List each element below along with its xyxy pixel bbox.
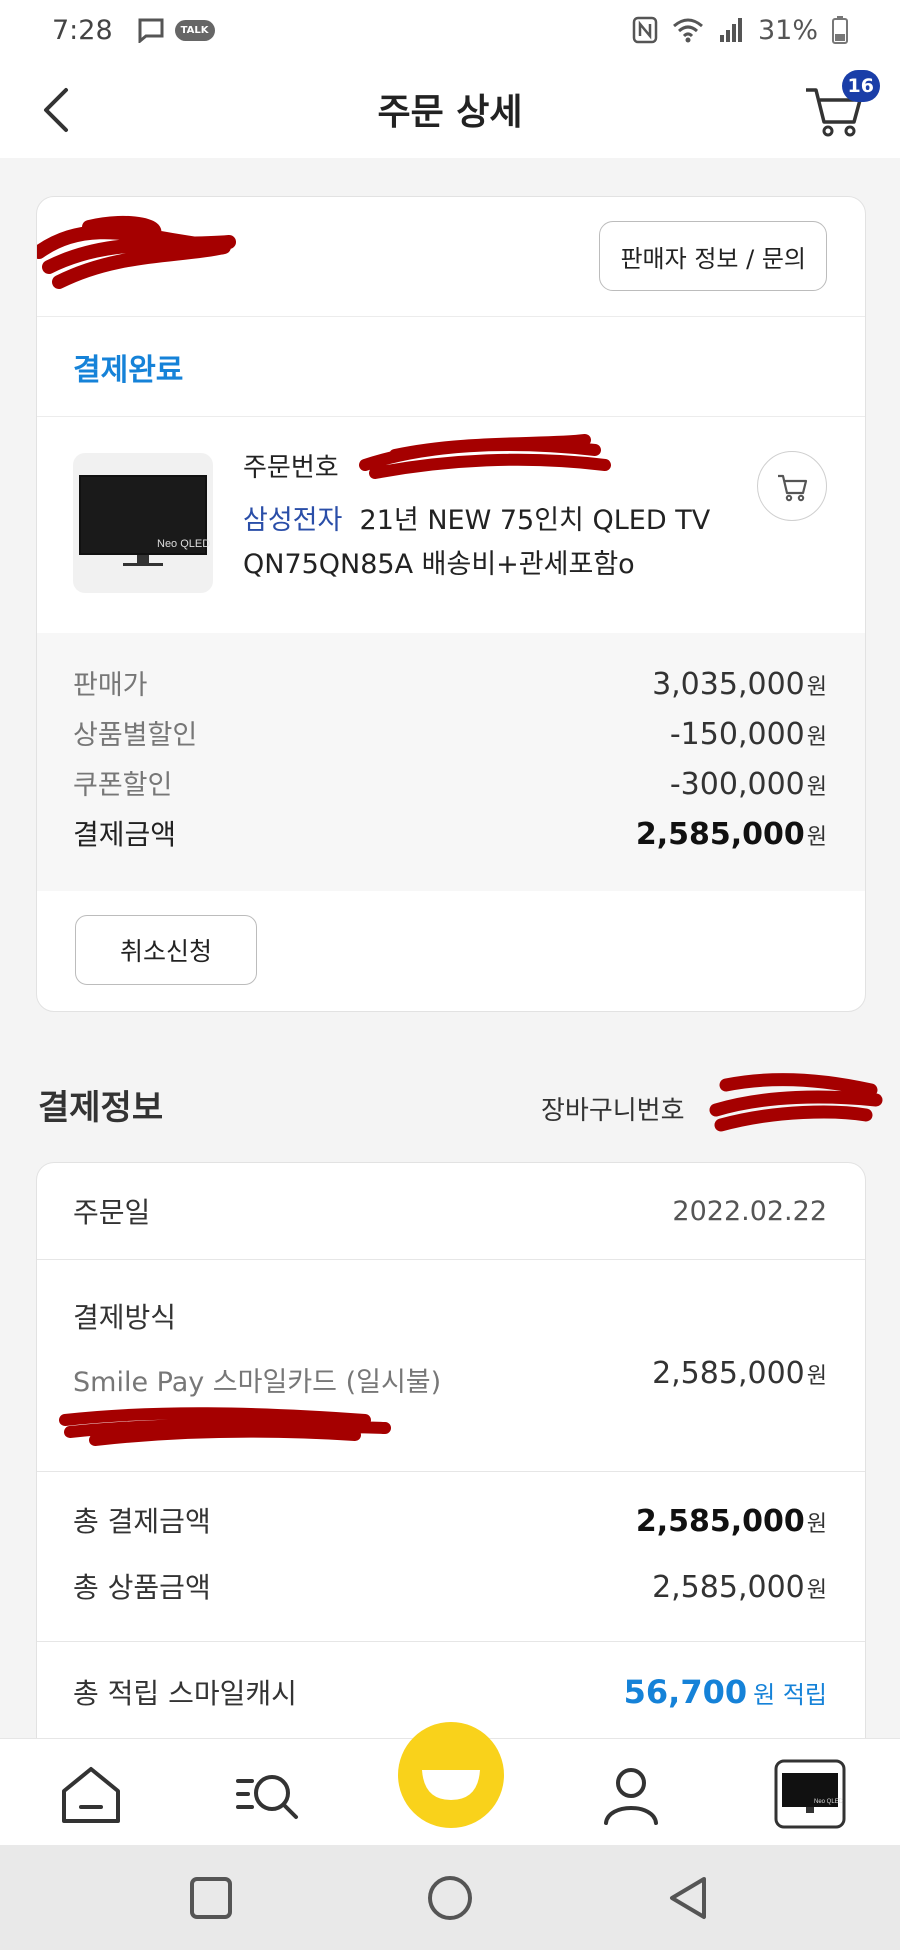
kakaotalk-icon: TALK bbox=[174, 19, 215, 41]
my-account-icon[interactable] bbox=[596, 1759, 666, 1829]
cart-icon bbox=[778, 474, 808, 502]
redacted-scribble bbox=[709, 1073, 883, 1132]
back-nav-icon[interactable] bbox=[664, 1873, 714, 1923]
smile-home-button[interactable] bbox=[398, 1722, 504, 1828]
price-value: -300,000 bbox=[669, 767, 805, 802]
price-label: 쿠폰할인 bbox=[73, 770, 173, 801]
section-title: 결제정보 bbox=[38, 1088, 164, 1128]
home-icon[interactable] bbox=[56, 1759, 126, 1829]
page-title: 주문 상세 bbox=[377, 92, 523, 133]
total-product-line: 총 상품금액 2,585,000원 bbox=[73, 1566, 827, 1606]
wifi-icon bbox=[673, 18, 703, 43]
app-header: 주문 상세 16 bbox=[0, 60, 900, 158]
smile-icon bbox=[422, 1770, 480, 1800]
total-payment-line: 총 결제금액 2,585,000원 bbox=[73, 1500, 827, 1540]
total-payment-value: 2,585,000 bbox=[635, 1504, 805, 1539]
payment-method-label: 결제방식 bbox=[73, 1301, 177, 1334]
price-line-total: 결제금액 2,585,000원 bbox=[73, 813, 827, 863]
order-number-label: 주문번호 bbox=[243, 453, 339, 483]
search-menu-icon[interactable] bbox=[234, 1759, 304, 1829]
price-value: -150,000 bbox=[669, 717, 805, 752]
seller-row: 판매자 정보 / 문의 bbox=[37, 197, 865, 317]
redacted-scribble bbox=[59, 1407, 391, 1446]
smile-cash-label: 총 적립 스마일캐시 bbox=[73, 1677, 297, 1710]
total-payment-label: 총 결제금액 bbox=[73, 1505, 211, 1538]
price-label: 상품별할인 bbox=[73, 720, 198, 751]
price-summary: 판매가 3,035,000원 상품별할인 -150,000원 쿠폰할인 -300… bbox=[37, 633, 865, 891]
price-unit: 원 bbox=[806, 675, 827, 700]
system-navigation-bar bbox=[0, 1845, 900, 1950]
price-line-item-discount: 상품별할인 -150,000원 bbox=[73, 713, 827, 763]
payment-section-header: 결제정보 장바구니번호 bbox=[38, 1073, 883, 1132]
price-unit: 원 bbox=[806, 725, 827, 750]
payment-card: 주문일 2022.02.22 결제방식 Smile Pay 스마일카드 (일시불… bbox=[36, 1162, 866, 1762]
order-card: 판매자 정보 / 문의 결제완료 Neo QLED 주문번호 삼성전자 21년 … bbox=[36, 196, 866, 1012]
redacted-scribble bbox=[359, 434, 611, 479]
thumb-label: Neo QLED bbox=[157, 538, 210, 550]
order-status-row: 결제완료 bbox=[37, 317, 865, 417]
product-brand[interactable]: 삼성전자 bbox=[243, 505, 342, 536]
status-bar: 7:28 TALK 31% bbox=[0, 0, 900, 60]
smile-cash-suffix: 원 적립 bbox=[753, 1681, 827, 1709]
recent-apps-icon[interactable] bbox=[186, 1873, 236, 1923]
seller-info-button[interactable]: 판매자 정보 / 문의 bbox=[599, 221, 827, 291]
price-unit: 원 bbox=[806, 825, 827, 850]
order-status: 결제완료 bbox=[73, 352, 184, 388]
price-line-sale: 판매가 3,035,000원 bbox=[73, 663, 827, 713]
currency-unit: 원 bbox=[806, 1512, 827, 1537]
product-row[interactable]: Neo QLED 주문번호 삼성전자 21년 NEW 75인치 QLED TV … bbox=[37, 417, 865, 633]
payment-method-row: 결제방식 Smile Pay 스마일카드 (일시불) 2,585,000원 bbox=[37, 1260, 865, 1472]
status-time: 7:28 bbox=[52, 14, 113, 46]
redacted-scribble bbox=[37, 215, 236, 289]
price-line-coupon-discount: 쿠폰할인 -300,000원 bbox=[73, 763, 827, 813]
recent-product-icon[interactable]: Neo QLED bbox=[774, 1759, 846, 1829]
payment-method-amount: 2,585,000 bbox=[652, 1356, 805, 1391]
smile-cash-value: 56,700 bbox=[623, 1673, 748, 1711]
currency-unit: 원 bbox=[806, 1364, 827, 1389]
product-thumbnail[interactable]: Neo QLED bbox=[73, 453, 213, 593]
basket-number-label: 장바구니번호 bbox=[541, 1096, 685, 1126]
signal-icon bbox=[719, 18, 742, 42]
home-nav-icon[interactable] bbox=[425, 1873, 475, 1923]
payment-method-value: Smile Pay 스마일카드 (일시불) bbox=[73, 1367, 442, 1398]
price-unit: 원 bbox=[806, 775, 827, 800]
cancel-order-button[interactable]: 취소신청 bbox=[75, 915, 257, 985]
price-value: 2,585,000 bbox=[635, 817, 805, 852]
recent-thumb-label: Neo QLED bbox=[814, 1799, 844, 1805]
price-label: 결제금액 bbox=[73, 818, 177, 851]
product-name[interactable]: 삼성전자 21년 NEW 75인치 QLED TV QN75QN85A 배송비+… bbox=[243, 499, 723, 587]
currency-unit: 원 bbox=[806, 1578, 827, 1603]
add-to-cart-button[interactable] bbox=[757, 451, 827, 521]
tv-image: Neo QLED bbox=[79, 475, 210, 566]
battery-icon bbox=[832, 16, 848, 44]
price-label: 판매가 bbox=[73, 670, 148, 701]
back-arrow-icon[interactable] bbox=[36, 84, 80, 136]
message-icon bbox=[138, 18, 164, 43]
battery-percent: 31% bbox=[757, 14, 818, 46]
price-value: 3,035,000 bbox=[652, 667, 805, 702]
nfc-icon bbox=[632, 16, 658, 44]
order-date: 2022.02.22 bbox=[672, 1195, 827, 1227]
cart-count-badge: 16 bbox=[841, 70, 880, 102]
order-date-label: 주문일 bbox=[73, 1196, 151, 1229]
order-date-row: 주문일 2022.02.22 bbox=[37, 1163, 865, 1260]
total-product-label: 총 상품금액 bbox=[73, 1571, 211, 1604]
total-product-value: 2,585,000 bbox=[652, 1570, 805, 1605]
totals-row: 총 결제금액 2,585,000원 총 상품금액 2,585,000원 bbox=[37, 1472, 865, 1642]
